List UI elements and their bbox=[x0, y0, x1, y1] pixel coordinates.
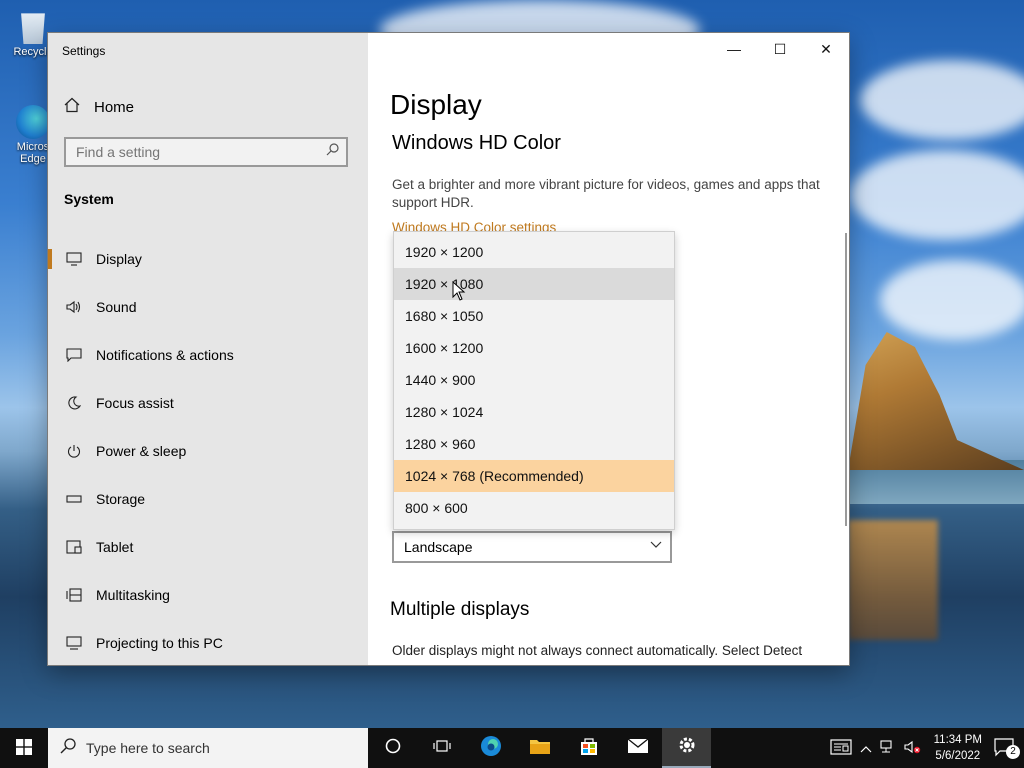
search-icon bbox=[326, 143, 339, 159]
resolution-option[interactable]: 1920 × 1080 bbox=[394, 268, 674, 300]
volume-muted-icon[interactable] bbox=[904, 740, 922, 757]
resolution-option-selected[interactable]: 1024 × 768 (Recommended) bbox=[394, 460, 674, 492]
resolution-option[interactable]: 1280 × 1024 bbox=[394, 396, 674, 428]
multiple-displays-description: Older displays might not always connect … bbox=[392, 643, 803, 658]
power-icon bbox=[64, 444, 84, 458]
news-widget-icon[interactable] bbox=[830, 738, 852, 758]
sidebar-item-label: Multitasking bbox=[96, 587, 170, 603]
sidebar-item-focus-assist[interactable]: Focus assist bbox=[48, 379, 368, 427]
action-center-button[interactable]: 2 bbox=[994, 737, 1020, 760]
sidebar-item-label: Projecting to this PC bbox=[96, 635, 223, 651]
home-nav[interactable]: Home bbox=[64, 97, 134, 117]
sidebar-item-label: Power & sleep bbox=[96, 443, 187, 459]
task-view-button[interactable] bbox=[417, 728, 466, 768]
sidebar-item-notifications[interactable]: Notifications & actions bbox=[48, 331, 368, 379]
resolution-option[interactable]: 1440 × 900 bbox=[394, 364, 674, 396]
windows-logo-icon bbox=[16, 738, 32, 758]
gear-icon bbox=[677, 735, 697, 760]
clock-date: 5/6/2022 bbox=[935, 750, 981, 762]
sidebar-item-label: Tablet bbox=[96, 539, 134, 555]
tablet-icon bbox=[64, 540, 84, 554]
resolution-option[interactable]: 800 × 600 bbox=[394, 492, 674, 524]
cloud bbox=[850, 150, 1024, 240]
sidebar-item-display[interactable]: Display bbox=[48, 235, 368, 283]
edge-icon bbox=[16, 105, 50, 139]
sidebar-item-power-sleep[interactable]: Power & sleep bbox=[48, 427, 368, 475]
resolution-option[interactable]: 1280 × 960 bbox=[394, 428, 674, 460]
network-icon[interactable] bbox=[880, 739, 896, 757]
page-title: Display bbox=[390, 89, 482, 120]
sidebar-item-projecting[interactable]: Projecting to this PC bbox=[48, 619, 368, 665]
mail-icon bbox=[627, 737, 649, 759]
cloud bbox=[860, 60, 1024, 140]
storage-icon bbox=[64, 495, 84, 503]
orientation-dropdown[interactable]: Landscape bbox=[392, 531, 672, 563]
file-explorer-button[interactable] bbox=[515, 728, 564, 768]
rock-formation bbox=[848, 332, 1024, 470]
mouse-cursor-icon bbox=[452, 280, 466, 304]
home-label: Home bbox=[94, 98, 135, 116]
taskbar-search-placeholder: Type here to search bbox=[86, 740, 210, 756]
sidebar-item-storage[interactable]: Storage bbox=[48, 475, 368, 523]
cloud bbox=[880, 260, 1024, 340]
task-view-icon bbox=[432, 738, 451, 759]
sidebar-item-label: Display bbox=[96, 251, 142, 267]
projecting-icon bbox=[64, 636, 84, 650]
hdr-section-title: Windows HD Color bbox=[392, 132, 561, 154]
sidebar-item-multitasking[interactable]: Multitasking bbox=[48, 571, 368, 619]
resolution-option[interactable]: 1920 × 1200 bbox=[394, 236, 674, 268]
orientation-value: Landscape bbox=[404, 539, 473, 555]
taskbar: Type here to search 11:34 PM 5/6/2022 2 bbox=[0, 728, 1024, 768]
recycle-bin-icon bbox=[21, 13, 45, 44]
notification-count-badge: 2 bbox=[1006, 744, 1020, 759]
section-title: System bbox=[64, 191, 114, 207]
sidebar-item-label: Notifications & actions bbox=[96, 347, 234, 363]
chevron-down-icon bbox=[650, 538, 662, 552]
sidebar-item-label: Storage bbox=[96, 491, 146, 507]
clock[interactable]: 11:34 PM 5/6/2022 bbox=[934, 732, 982, 764]
system-nav-list: Display Sound Notifications & actions Fo… bbox=[48, 235, 368, 665]
scrollbar[interactable] bbox=[845, 233, 847, 526]
edge-taskbar-button[interactable] bbox=[466, 728, 515, 768]
edge-icon bbox=[480, 735, 502, 762]
store-button[interactable] bbox=[564, 728, 613, 768]
resolution-dropdown-list: 1920 × 1200 1920 × 1080 1680 × 1050 1600… bbox=[393, 231, 675, 530]
multiple-displays-title: Multiple displays bbox=[390, 599, 530, 620]
store-bag-icon bbox=[579, 736, 599, 761]
sidebar: Settings Home System Display Sound bbox=[48, 33, 368, 665]
sidebar-item-sound[interactable]: Sound bbox=[48, 283, 368, 331]
start-button[interactable] bbox=[0, 728, 48, 768]
monitor-icon bbox=[64, 252, 84, 266]
window-title: Settings bbox=[62, 44, 106, 58]
system-tray: 11:34 PM 5/6/2022 2 bbox=[826, 728, 1024, 768]
chevron-up-icon[interactable] bbox=[860, 741, 872, 756]
search-input[interactable] bbox=[66, 139, 336, 165]
home-icon bbox=[64, 97, 80, 117]
settings-taskbar-button[interactable] bbox=[662, 728, 711, 768]
multitasking-icon bbox=[64, 588, 84, 602]
resolution-option[interactable]: 1600 × 1200 bbox=[394, 332, 674, 364]
moon-icon bbox=[64, 396, 84, 410]
hdr-description: Get a brighter and more vibrant picture … bbox=[392, 177, 820, 210]
settings-search[interactable] bbox=[64, 137, 348, 167]
sidebar-item-label: Focus assist bbox=[96, 395, 174, 411]
search-icon bbox=[60, 737, 76, 759]
sidebar-item-tablet[interactable]: Tablet bbox=[48, 523, 368, 571]
cortana-button[interactable] bbox=[368, 728, 417, 768]
message-icon bbox=[64, 348, 84, 362]
sidebar-item-label: Sound bbox=[96, 299, 137, 315]
folder-icon bbox=[529, 737, 551, 760]
taskbar-search-box[interactable]: Type here to search bbox=[48, 728, 368, 768]
cortana-circle-icon bbox=[385, 738, 401, 759]
speaker-icon bbox=[64, 300, 84, 314]
clock-time: 11:34 PM bbox=[933, 734, 982, 746]
resolution-option[interactable]: 1680 × 1050 bbox=[394, 300, 674, 332]
mail-button[interactable] bbox=[613, 728, 662, 768]
rock-reflection bbox=[848, 520, 938, 640]
